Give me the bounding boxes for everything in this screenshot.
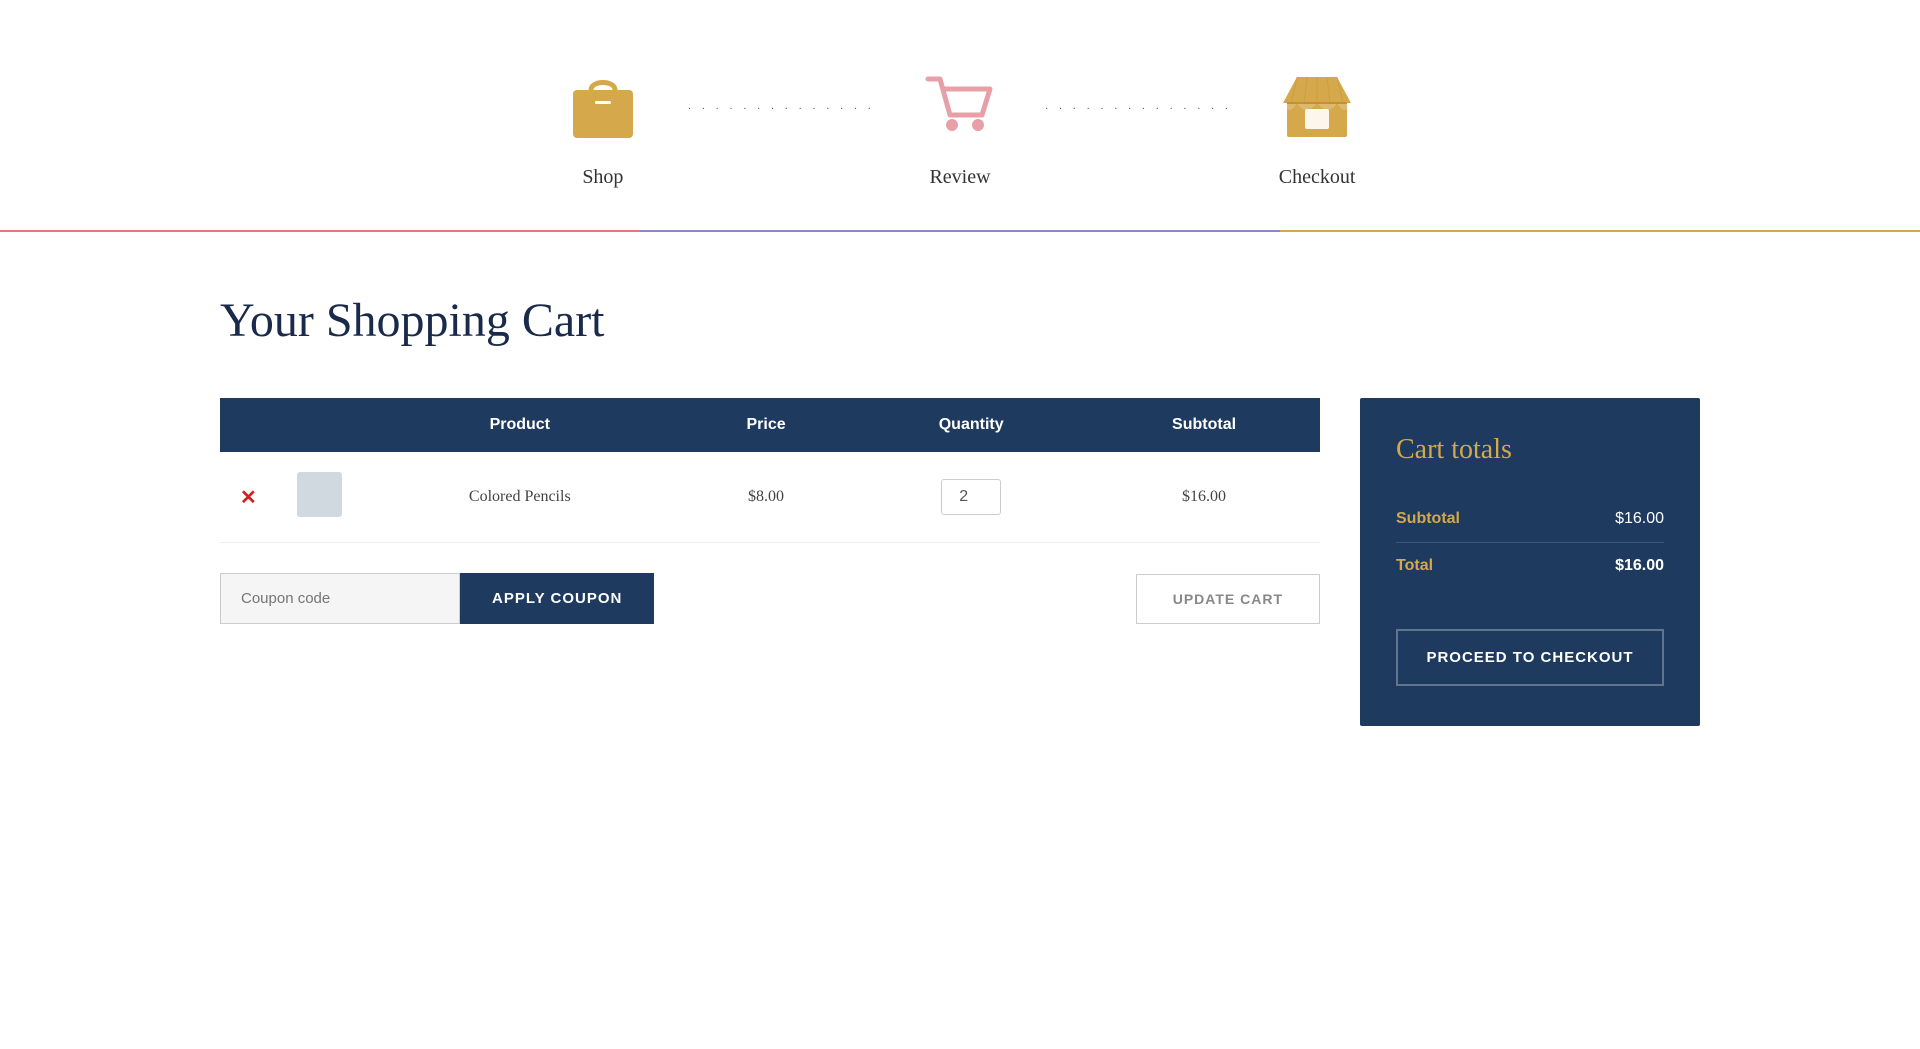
checkout-steps: Shop · · · · · · · · · · · · · · Review … [0,0,1920,229]
divider [0,229,1920,233]
dots-2: · · · · · · · · · · · · · · [1045,104,1232,145]
subtotal-value: $16.00 [1615,510,1664,528]
step-checkout-label: Checkout [1279,166,1356,189]
product-name-cell: Colored Pencils [362,452,678,543]
table-row: ✕ Colored Pencils $8.00 $16.00 [220,452,1320,543]
thumb-cell [277,452,362,543]
cart-actions: APPLY COUPON UPDATE CART [220,573,1320,624]
cart-icon [915,60,1005,150]
coupon-section: APPLY COUPON [220,573,654,624]
table-header-row: Product Price Quantity Subtotal [220,398,1320,452]
step-review[interactable]: Review [915,60,1005,189]
proceed-to-checkout-button[interactable]: PROCEED TO CHECKOUT [1396,629,1664,686]
update-cart-button[interactable]: UPDATE CART [1136,574,1320,624]
col-quantity: Quantity [854,398,1088,452]
product-thumbnail [297,472,342,517]
col-subtotal: Subtotal [1088,398,1320,452]
cart-totals-panel: Cart totals Subtotal $16.00 Total $16.00… [1360,398,1700,726]
quantity-input[interactable] [941,479,1001,515]
cart-totals-title: Cart totals [1396,434,1664,466]
subtotal-row: Subtotal $16.00 [1396,496,1664,543]
cart-table-section: Product Price Quantity Subtotal ✕ [220,398,1320,624]
remove-cell[interactable]: ✕ [220,452,277,543]
price-cell: $8.00 [678,452,854,543]
line-gold [1280,230,1920,232]
main-content: Your Shopping Cart Product Price Quantit… [0,293,1920,726]
step-review-label: Review [929,166,990,189]
col-product: Product [362,398,678,452]
total-value: $16.00 [1615,557,1664,575]
cart-layout: Product Price Quantity Subtotal ✕ [220,398,1700,726]
quantity-cell[interactable] [854,452,1088,543]
step-shop[interactable]: Shop [558,60,648,189]
dots-1: · · · · · · · · · · · · · · [688,104,875,145]
col-price: Price [678,398,854,452]
step-shop-label: Shop [582,166,623,189]
total-label: Total [1396,557,1433,575]
line-red [0,230,640,232]
cart-table: Product Price Quantity Subtotal ✕ [220,398,1320,543]
subtotal-label: Subtotal [1396,510,1460,528]
col-remove [220,398,277,452]
coupon-input[interactable] [220,573,460,624]
line-purple [640,230,1280,232]
store-icon [1272,60,1362,150]
col-thumb [277,398,362,452]
remove-item-button[interactable]: ✕ [240,485,257,510]
total-row: Total $16.00 [1396,543,1664,589]
apply-coupon-button[interactable]: APPLY COUPON [460,573,654,624]
step-checkout[interactable]: Checkout [1272,60,1362,189]
page-title: Your Shopping Cart [220,293,1700,348]
subtotal-cell: $16.00 [1088,452,1320,543]
bag-icon [558,60,648,150]
